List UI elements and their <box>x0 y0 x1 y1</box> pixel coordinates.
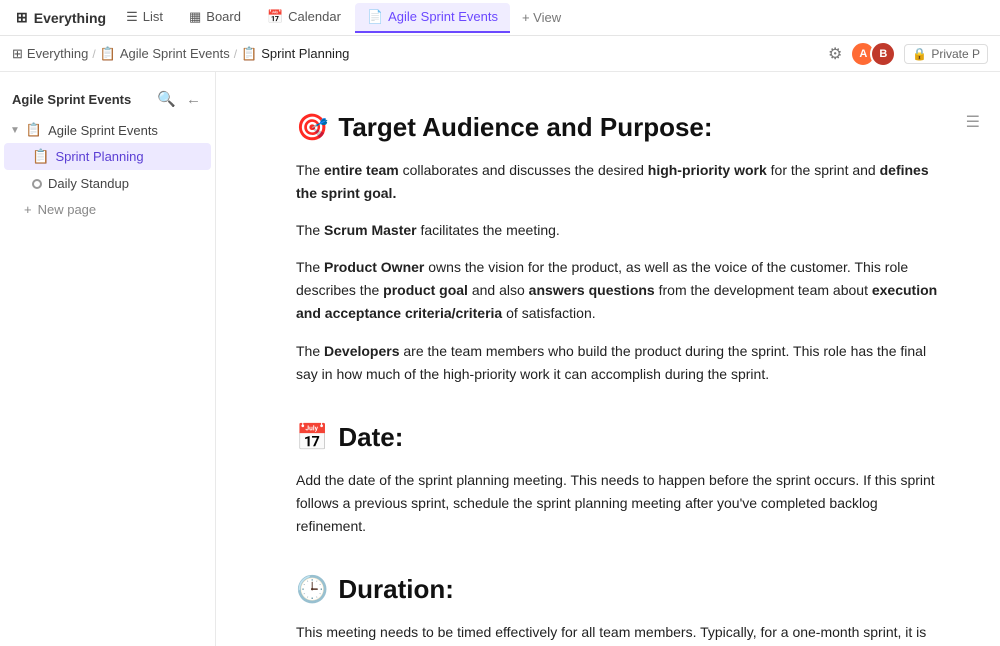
sidebar-section-label: Agile Sprint Events <box>48 123 158 138</box>
breadcrumb-sep-2: / <box>234 47 237 61</box>
daily-standup-icon <box>32 179 42 189</box>
tab-list[interactable]: ☰ List <box>114 3 175 33</box>
add-view-label: + View <box>522 10 561 25</box>
section-duration: 🕒 Duration: This meeting needs to be tim… <box>296 574 940 646</box>
breadcrumb-sep-1: / <box>92 47 95 61</box>
sidebar-header-icons: 🔍 ← <box>155 88 203 110</box>
content-area: ☰ 🎯 Target Audience and Purpose: The ent… <box>216 72 1000 646</box>
duration-heading: 🕒 Duration: <box>296 574 940 605</box>
sidebar-collapse-button[interactable]: ← <box>184 88 203 110</box>
section-date: 📅 Date: Add the date of the sprint plann… <box>296 422 940 538</box>
breadcrumb-agile-label: Agile Sprint Events <box>120 46 230 61</box>
breadcrumb-sprint[interactable]: 📋 Sprint Planning <box>241 46 349 62</box>
main-layout: Agile Sprint Events 🔍 ← ▼ 📋 Agile Sprint… <box>0 72 1000 646</box>
target-para-1: The entire team collaborates and discuss… <box>296 159 940 205</box>
brand-icon: ⊞ <box>16 9 28 26</box>
brand-name: Everything <box>34 10 106 26</box>
sidebar-section-icon: 📋 <box>26 122 42 138</box>
everything-icon: ⊞ <box>12 46 23 62</box>
brand[interactable]: ⊞ Everything <box>8 9 114 26</box>
breadcrumb-actions: ⚙ A B 🔒 Private P <box>828 41 988 67</box>
breadcrumb-everything-label: Everything <box>27 46 88 61</box>
sidebar: Agile Sprint Events 🔍 ← ▼ 📋 Agile Sprint… <box>0 72 216 646</box>
date-emoji: 📅 <box>296 422 328 453</box>
new-page-plus-icon: + <box>24 202 32 217</box>
duration-emoji: 🕒 <box>296 574 328 605</box>
content-toolbar: ☰ <box>966 112 980 132</box>
tab-agile[interactable]: 📄 Agile Sprint Events <box>355 3 510 33</box>
target-para-4: The Developers are the team members who … <box>296 340 940 386</box>
breadcrumb-everything[interactable]: ⊞ Everything <box>12 46 88 62</box>
settings-icon[interactable]: ⚙ <box>828 44 842 64</box>
target-para-3: The Product Owner owns the vision for th… <box>296 256 940 325</box>
sidebar-toggle-icon: ▼ <box>10 125 20 136</box>
sidebar-item-daily-standup[interactable]: Daily Standup <box>4 171 211 196</box>
nav-tabs: ☰ List ▦ Board 📅 Calendar 📄 Agile Sprint… <box>114 3 992 33</box>
agile-breadcrumb-icon: 📋 <box>100 46 116 62</box>
sidebar-item-sprint-planning[interactable]: 📋 Sprint Planning <box>4 143 211 170</box>
date-heading-text: Date: <box>338 422 403 453</box>
breadcrumb-agile[interactable]: 📋 Agile Sprint Events <box>100 46 230 62</box>
sprint-planning-icon: 📋 <box>32 148 49 165</box>
sidebar-new-page-button[interactable]: + New page <box>0 197 215 222</box>
target-emoji: 🎯 <box>296 112 328 143</box>
privacy-label: Private P <box>931 47 980 61</box>
date-para-1: Add the date of the sprint planning meet… <box>296 469 940 538</box>
sidebar-item-daily-standup-label: Daily Standup <box>48 176 129 191</box>
target-para-2: The Scrum Master facilitates the meeting… <box>296 219 940 242</box>
agile-icon: 📄 <box>367 9 383 25</box>
sidebar-title: Agile Sprint Events <box>12 92 131 107</box>
tab-list-label: List <box>143 9 163 24</box>
tab-agile-label: Agile Sprint Events <box>388 9 498 24</box>
section-target-audience: 🎯 Target Audience and Purpose: The entir… <box>296 112 940 386</box>
content-layout-icon[interactable]: ☰ <box>966 114 980 131</box>
duration-para-1: This meeting needs to be timed effective… <box>296 621 940 646</box>
add-view-button[interactable]: + View <box>512 6 571 29</box>
sprint-breadcrumb-icon: 📋 <box>241 46 257 62</box>
target-audience-heading: 🎯 Target Audience and Purpose: <box>296 112 940 143</box>
sidebar-header: Agile Sprint Events 🔍 ← <box>0 80 215 118</box>
date-heading: 📅 Date: <box>296 422 940 453</box>
list-icon: ☰ <box>126 9 138 25</box>
breadcrumb-bar: ⊞ Everything / 📋 Agile Sprint Events / 📋… <box>0 36 1000 72</box>
tab-board[interactable]: ▦ Board <box>177 3 253 33</box>
board-icon: ▦ <box>189 9 201 25</box>
tab-calendar-label: Calendar <box>288 9 341 24</box>
avatar-2: B <box>870 41 896 67</box>
target-heading-text: Target Audience and Purpose: <box>338 112 712 143</box>
tab-calendar[interactable]: 📅 Calendar <box>255 3 353 33</box>
top-nav: ⊞ Everything ☰ List ▦ Board 📅 Calendar 📄… <box>0 0 1000 36</box>
calendar-icon: 📅 <box>267 9 283 25</box>
sidebar-search-button[interactable]: 🔍 <box>155 88 178 110</box>
avatar-group: A B <box>850 41 896 67</box>
duration-heading-text: Duration: <box>338 574 454 605</box>
tab-board-label: Board <box>206 9 241 24</box>
privacy-badge[interactable]: 🔒 Private P <box>904 44 988 64</box>
sidebar-section-agile[interactable]: ▼ 📋 Agile Sprint Events <box>0 118 215 142</box>
new-page-label: New page <box>38 202 97 217</box>
breadcrumb-sprint-label: Sprint Planning <box>261 46 349 61</box>
lock-icon: 🔒 <box>912 47 927 61</box>
sidebar-item-sprint-planning-label: Sprint Planning <box>55 149 143 164</box>
